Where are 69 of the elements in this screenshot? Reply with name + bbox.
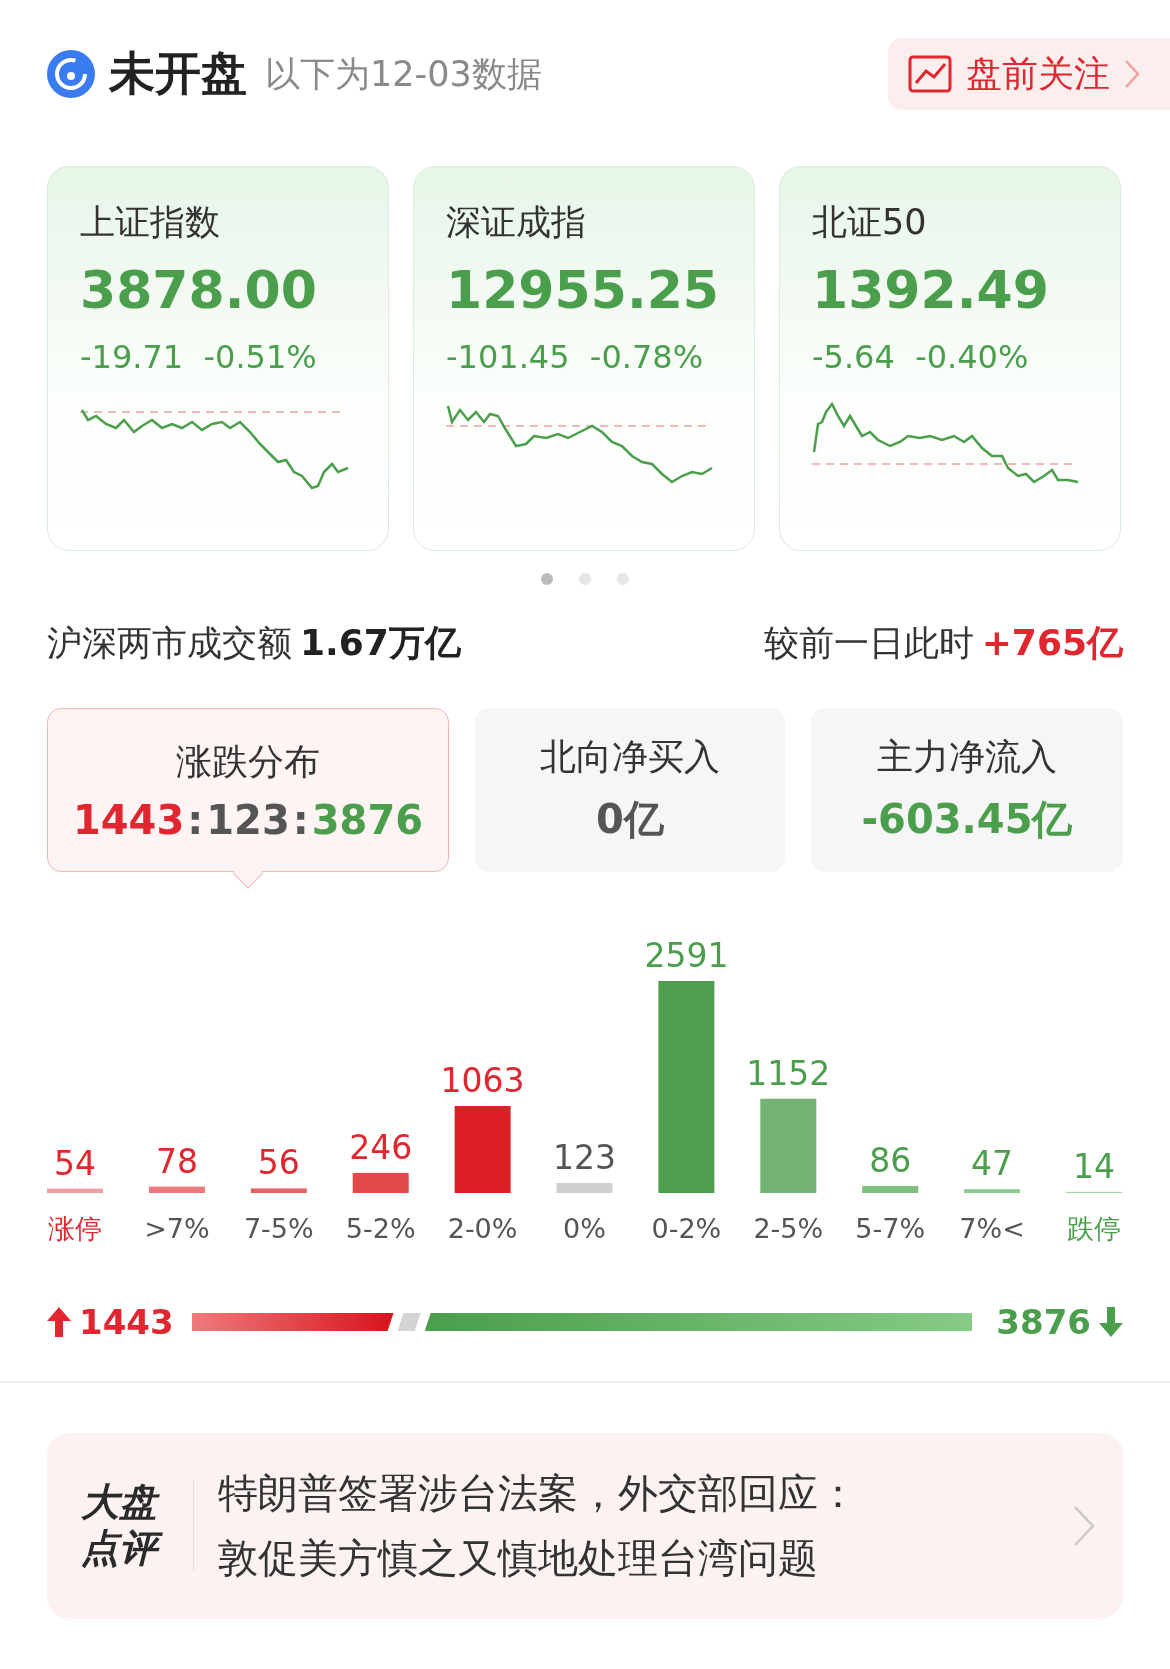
bar-category: 5-7% bbox=[855, 1213, 926, 1244]
falling-count: 3876 bbox=[996, 1302, 1091, 1342]
bar-category: 7-5% bbox=[243, 1213, 314, 1244]
index-change: -101.45 -0.78% bbox=[446, 338, 705, 376]
market-status-title: 未开盘 bbox=[109, 45, 247, 102]
bar-category: 7%< bbox=[959, 1213, 1025, 1244]
bar-value: 56 bbox=[257, 1143, 300, 1183]
page-dot[interactable] bbox=[541, 573, 553, 585]
index-card[interactable]: 北证50 1392.49 -5.64 -0.40% bbox=[779, 166, 1121, 551]
brand-logo-text: 大盘 bbox=[81, 1479, 167, 1526]
index-value: 3878.00 bbox=[80, 260, 318, 320]
stat-label: 北向净买入 bbox=[540, 735, 720, 779]
index-value: 12955.25 bbox=[446, 260, 721, 320]
bar-value: 78 bbox=[155, 1141, 198, 1181]
stat-label: 主力净流入 bbox=[877, 735, 1057, 779]
stat-value: : bbox=[187, 796, 204, 843]
stat-value: 1443 bbox=[72, 796, 185, 843]
compare-value: +765亿 bbox=[981, 622, 1123, 663]
turnover-value: 1.67万亿 bbox=[300, 622, 461, 663]
pre-market-button[interactable]: 盘前关注 bbox=[888, 38, 1170, 110]
index-name: 深证成指 bbox=[446, 201, 587, 244]
index-change: -5.64 -0.40% bbox=[812, 338, 1030, 376]
stat-value: 3876 bbox=[311, 796, 424, 843]
chevron-icon bbox=[1124, 59, 1140, 89]
bar-value: 14 bbox=[1073, 1146, 1115, 1186]
clock-icon bbox=[47, 50, 95, 98]
bar-value: 86 bbox=[869, 1140, 912, 1180]
index-card[interactable]: 深证成指 12955.25 -101.45 -0.78% bbox=[413, 166, 755, 551]
stat-label: 涨跌分布 bbox=[176, 739, 320, 784]
data-date-note: 以下为12-03数据 bbox=[265, 52, 543, 96]
bar-value: 2591 bbox=[644, 936, 729, 975]
stat-value: : bbox=[292, 796, 309, 843]
brand-logo-text: 点评 bbox=[81, 1525, 167, 1572]
stat-value: 123 bbox=[206, 796, 290, 843]
stat-tab[interactable]: 北向净买入 0亿 bbox=[475, 708, 785, 872]
news-headline: 敦促美方慎之又慎地处理台湾问题 bbox=[218, 1533, 819, 1583]
bar-category: 涨停 bbox=[48, 1213, 102, 1244]
bar-category: 2-5% bbox=[753, 1213, 824, 1244]
bar-value: 246 bbox=[349, 1127, 413, 1167]
bar-category: 0-2% bbox=[651, 1213, 722, 1244]
index-change: -19.71 -0.51% bbox=[80, 338, 318, 376]
bar-category: 0% bbox=[563, 1213, 606, 1244]
page-dot[interactable] bbox=[617, 573, 629, 585]
chart-icon bbox=[908, 55, 952, 93]
index-name: 上证指数 bbox=[80, 201, 221, 244]
up-arrow-icon bbox=[47, 1307, 71, 1337]
news-headline: 特朗普签署涉台法案，外交部回应： bbox=[218, 1468, 859, 1518]
bar-category: 跌停 bbox=[1067, 1213, 1121, 1244]
bar-value: 47 bbox=[971, 1144, 1014, 1184]
news-card[interactable]: 大盘 点评 特朗普签署涉台法案，外交部回应： 敦促美方慎之又慎地处理台湾问题 bbox=[47, 1432, 1123, 1619]
bar-value: 123 bbox=[553, 1137, 616, 1177]
bar-category: 2-0% bbox=[447, 1213, 518, 1244]
bar-value: 1152 bbox=[746, 1053, 831, 1093]
rising-count: 1443 bbox=[79, 1302, 174, 1342]
down-arrow-icon bbox=[1099, 1307, 1123, 1337]
index-value: 1392.49 bbox=[812, 260, 1050, 320]
stat-value: -603.45亿 bbox=[861, 795, 1073, 844]
stat-tab[interactable]: 主力净流入 -603.45亿 bbox=[811, 708, 1123, 872]
index-name: 北证50 bbox=[812, 201, 928, 244]
chevron-icon bbox=[1073, 1504, 1095, 1547]
index-card[interactable]: 上证指数 3878.00 -19.71 -0.51% bbox=[47, 166, 389, 551]
bar-value: 54 bbox=[54, 1143, 96, 1183]
bar-value: 1063 bbox=[440, 1061, 525, 1100]
page-dot[interactable] bbox=[579, 573, 591, 585]
bar-category: >7% bbox=[144, 1213, 210, 1244]
bar-category: 5-2% bbox=[345, 1213, 416, 1244]
compare-label: 较前一日此时 bbox=[763, 623, 974, 663]
stat-value: 0亿 bbox=[596, 795, 664, 844]
turnover-label: 沪深两市成交额 bbox=[47, 623, 292, 663]
